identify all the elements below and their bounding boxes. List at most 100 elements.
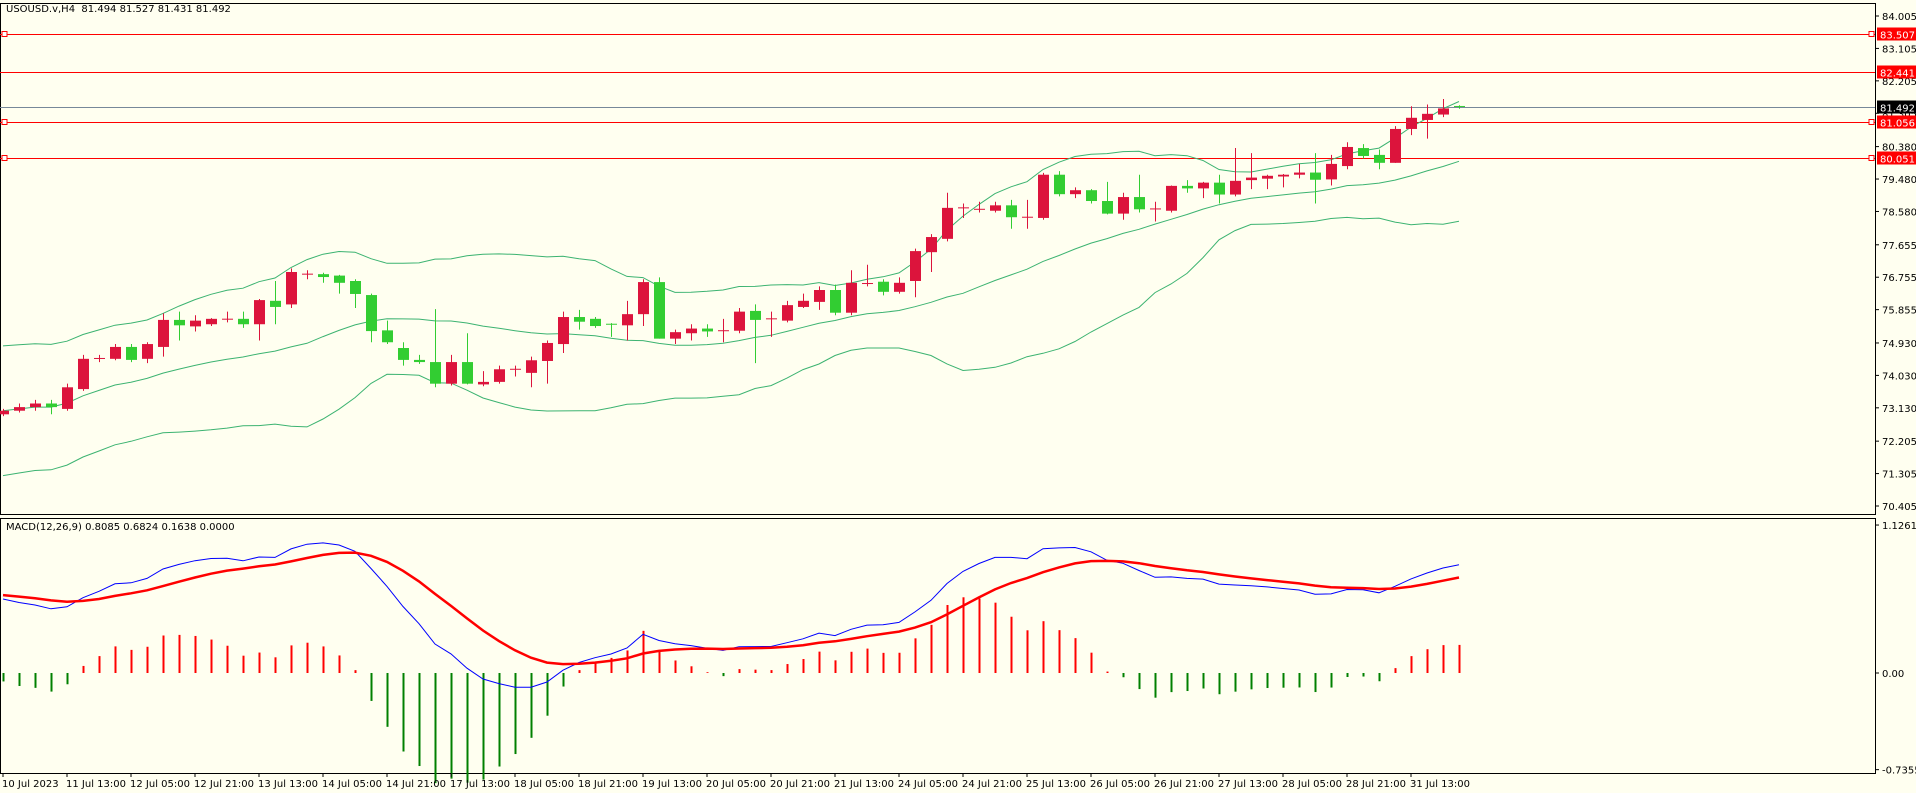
- candle-body: [558, 317, 569, 345]
- time-tick-label: 14 Jul 05:00: [322, 779, 382, 790]
- macd-panel-frame: [0, 518, 1876, 774]
- candle-body: [398, 348, 409, 360]
- price-tick-label: 76.755: [1882, 273, 1916, 284]
- time-tick-label: 31 Jul 13:00: [1410, 779, 1470, 790]
- time-tick-label: 26 Jul 21:00: [1154, 779, 1214, 790]
- price-tick-label: 83.105: [1882, 44, 1916, 55]
- candle-body: [1166, 185, 1177, 211]
- macd-main-line: [2, 542, 1460, 688]
- candle-body: [0, 410, 9, 415]
- candle-body: [1310, 172, 1321, 180]
- candle-body: [46, 403, 57, 408]
- price-chart[interactable]: 84.00583.10582.20581.30580.38079.48078.5…: [0, 0, 1916, 793]
- time-tick-label: 26 Jul 05:00: [1090, 779, 1150, 790]
- candle-body: [734, 311, 745, 331]
- time-tick-label: 14 Jul 21:00: [386, 779, 446, 790]
- candle-body: [926, 237, 937, 253]
- candle-body: [686, 328, 697, 334]
- candle-body: [1134, 197, 1145, 210]
- candle-body: [846, 282, 857, 313]
- level-handle-right: [1868, 119, 1875, 125]
- candle-body: [366, 295, 377, 332]
- macd-tick-label: -0.7355: [1882, 766, 1916, 777]
- candle-body: [1198, 182, 1209, 189]
- price-tick-label: 84.005: [1882, 12, 1916, 23]
- candle-body: [1214, 182, 1225, 195]
- candle-body: [318, 274, 329, 278]
- price-tick-label: 79.480: [1882, 175, 1916, 186]
- macd-tick-label: 1.1261: [1882, 521, 1916, 532]
- time-tick-label: 27 Jul 13:00: [1218, 779, 1278, 790]
- candle-body: [574, 317, 585, 322]
- candle-body: [1390, 128, 1401, 163]
- candle-body: [1262, 175, 1273, 179]
- level-price-label: 82.441: [1880, 69, 1915, 80]
- candle-body: [702, 328, 713, 332]
- price-tick-label: 77.655: [1882, 241, 1916, 252]
- candle-body: [1422, 113, 1433, 120]
- level-price-label: 81.056: [1880, 119, 1915, 130]
- level-price-label: 80.051: [1880, 155, 1915, 166]
- candle-body: [78, 358, 89, 390]
- candle-body: [14, 407, 25, 411]
- candle-body: [158, 319, 169, 347]
- candle-body: [270, 300, 281, 307]
- candle-body: [206, 318, 217, 325]
- candle-body: [446, 362, 457, 384]
- time-tick-label: 12 Jul 05:00: [130, 779, 190, 790]
- price-tick-label: 74.030: [1882, 371, 1916, 382]
- time-tick-label: 17 Jul 13:00: [450, 779, 510, 790]
- time-tick-label: 11 Jul 13:00: [66, 779, 126, 790]
- candle-body: [30, 403, 41, 408]
- price-tick-label: 73.130: [1882, 404, 1916, 415]
- time-tick-label: 25 Jul 13:00: [1026, 779, 1086, 790]
- bollinger-upper-band: [2, 101, 1460, 347]
- candle-body: [878, 281, 889, 292]
- time-tick-label: 20 Jul 21:00: [770, 779, 830, 790]
- candle-body: [142, 344, 153, 359]
- candle-body: [1054, 174, 1065, 195]
- candle-body: [1374, 154, 1385, 163]
- time-tick-label: 18 Jul 05:00: [514, 779, 574, 790]
- candle-body: [782, 305, 793, 321]
- candle-body: [254, 300, 265, 325]
- current-price-label: 81.492: [1880, 104, 1915, 115]
- candle-body: [1118, 197, 1129, 214]
- candle-body: [1182, 185, 1193, 189]
- candle-body: [798, 300, 809, 307]
- time-tick-label: 19 Jul 13:00: [642, 779, 702, 790]
- candle-body: [414, 359, 425, 363]
- candle-body: [1038, 174, 1049, 218]
- level-handle-left: [1, 31, 8, 37]
- bollinger-lower-band: [2, 216, 1460, 477]
- candle-body: [462, 362, 473, 384]
- candle-body: [590, 318, 601, 327]
- price-tick-label: 74.930: [1882, 339, 1916, 350]
- candle-body: [1342, 146, 1353, 167]
- candle-body: [334, 275, 345, 283]
- candle-body: [286, 271, 297, 305]
- time-tick-label: 20 Jul 05:00: [706, 779, 766, 790]
- level-handle-left: [1, 155, 8, 161]
- level-handle-right: [1868, 31, 1875, 37]
- candle-body: [814, 290, 825, 302]
- time-tick-label: 10 Jul 2023: [2, 779, 59, 790]
- macd-signal-line: [2, 551, 1460, 666]
- candle-body: [430, 362, 441, 384]
- time-tick-label: 28 Jul 21:00: [1346, 779, 1406, 790]
- macd-tick-label: 0.00: [1882, 669, 1904, 680]
- candle-body: [526, 360, 537, 373]
- time-tick-label: 12 Jul 21:00: [194, 779, 254, 790]
- candle-body: [110, 346, 121, 359]
- candle-body: [942, 207, 953, 239]
- candle-body: [1230, 180, 1241, 195]
- price-tick-label: 78.580: [1882, 207, 1916, 218]
- candle-body: [1358, 148, 1369, 156]
- candle-body: [622, 314, 633, 326]
- candle-body: [750, 310, 761, 320]
- candle-body: [1278, 174, 1289, 177]
- candle-body: [990, 205, 1001, 211]
- level-handle-right: [1868, 155, 1875, 161]
- candle-body: [494, 369, 505, 382]
- candle-body: [478, 381, 489, 385]
